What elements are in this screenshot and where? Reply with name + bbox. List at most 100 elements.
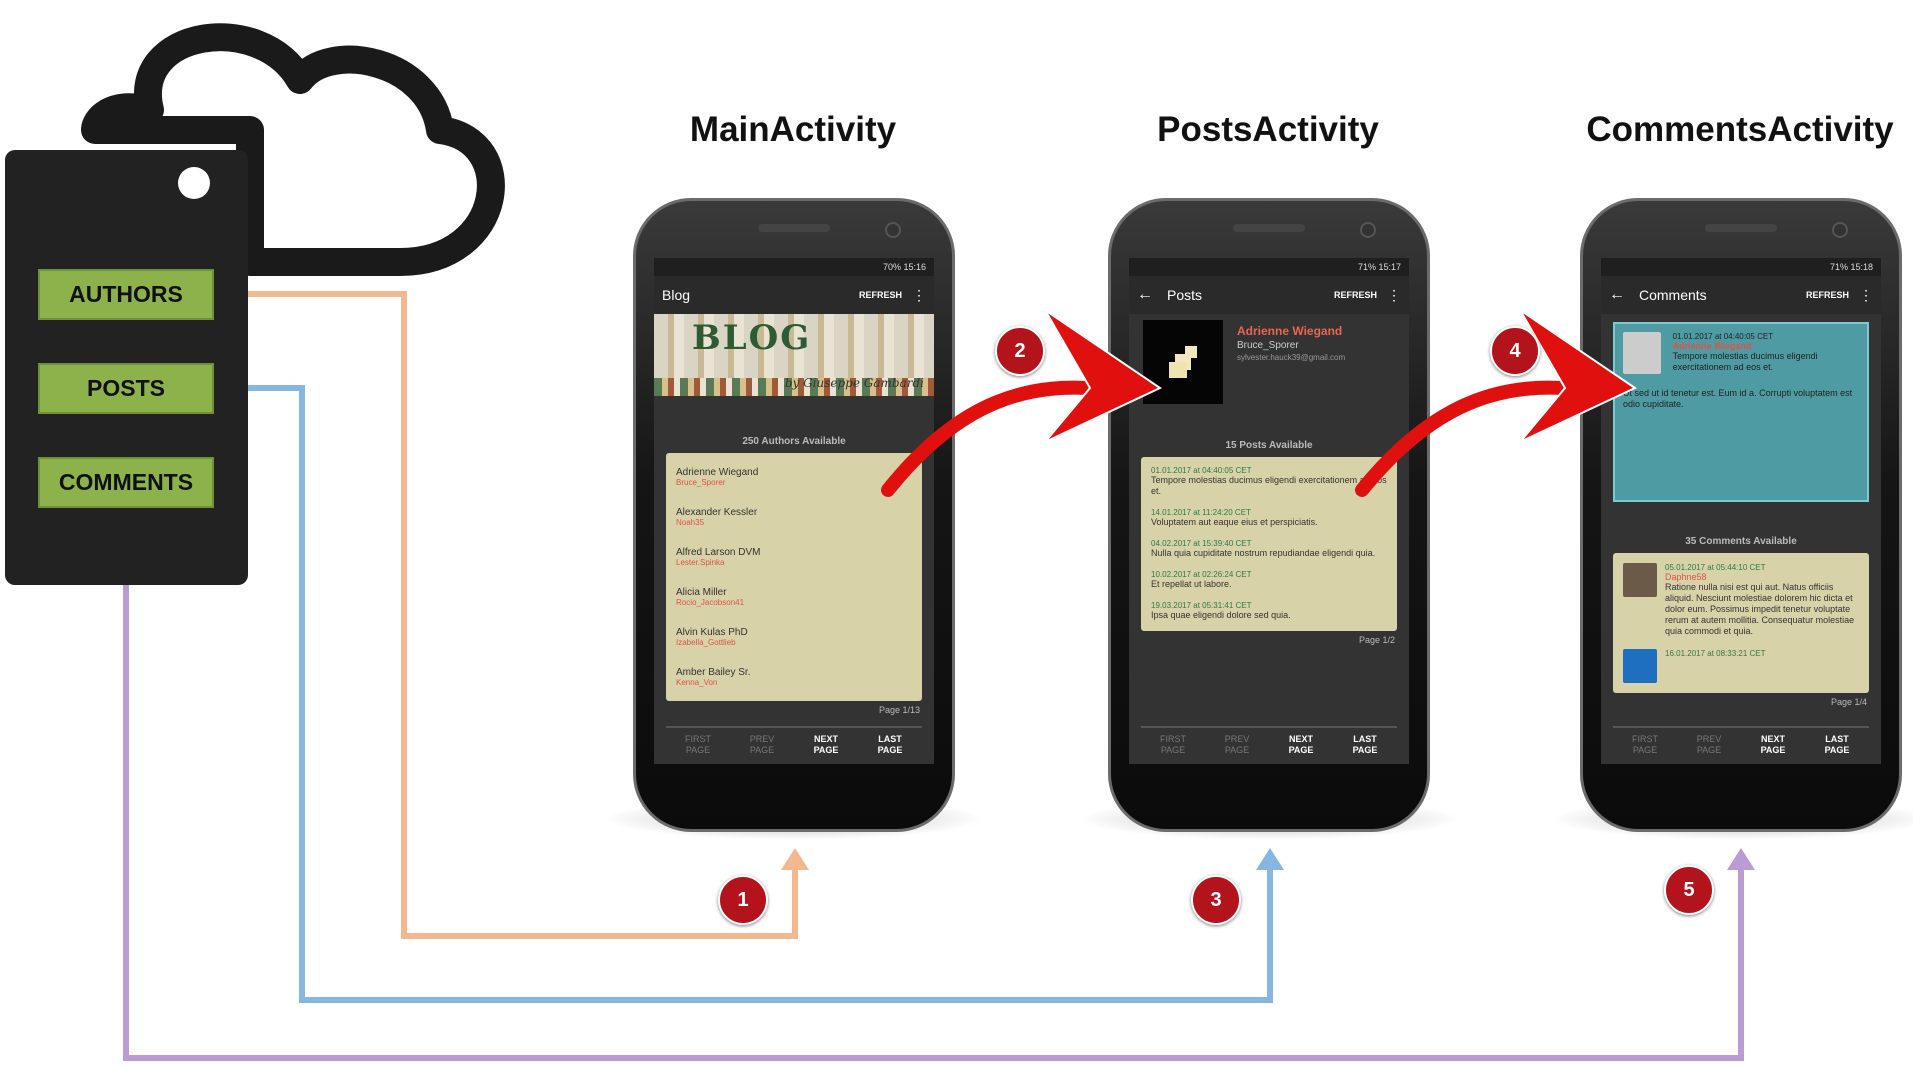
list-item[interactable]: 01.01.2017 at 04:40:05 CET Tempore molest…	[1151, 461, 1387, 503]
main-activity-phone: 70% 15:16 Blog REFRESH ⋮ BLOG by Giusepp…	[603, 198, 985, 840]
post-title: Tempore molestias ducimus eligendi exerc…	[1151, 475, 1387, 496]
comments-activity-title: CommentsActivity	[1586, 110, 1894, 149]
post-body: Ut sed ut id tenetur est. Eum id a. Corr…	[1623, 388, 1853, 409]
author-header: Adrienne Wiegand Bruce_Sporer sylvester.…	[1129, 314, 1409, 404]
posts-activity-screen: 71% 15:17 ← Posts REFRESH ⋮ Adrienne Wie…	[1129, 258, 1409, 764]
last-page-button[interactable]: LAST PAGE	[867, 734, 913, 756]
list-item[interactable]: Amber Bailey Sr. Kenna_Von	[676, 657, 912, 697]
list-item[interactable]: 16.01.2017 at 08:33:21 CET	[1623, 643, 1859, 689]
refresh-button[interactable]: REFRESH	[1806, 290, 1849, 300]
avatar	[1623, 563, 1657, 597]
list-item[interactable]: 10.02.2017 at 02:26:24 CET Et repellat ut…	[1151, 565, 1387, 596]
author-name: Alexander Kessler	[676, 507, 758, 518]
list-item[interactable]: Alexander Kessler Noah35	[676, 497, 912, 537]
post-date: 01.01.2017 at 04:40:05 CET	[1672, 332, 1774, 341]
prev-page-button[interactable]: PREV PAGE	[739, 734, 785, 756]
comments-count: 35 Comments Available	[1685, 536, 1797, 547]
step-badge-3: 3	[1191, 875, 1241, 925]
post-title: Ipsa quae eligendi dolore sed quia.	[1151, 610, 1291, 620]
authors-endpoint: AUTHORS	[38, 269, 214, 320]
banner-title: BLOG	[692, 318, 812, 358]
last-page-button[interactable]: LAST PAGE	[1814, 734, 1860, 756]
app-bar: Blog REFRESH ⋮	[654, 276, 934, 314]
first-page-button[interactable]: FIRST PAGE	[675, 734, 721, 756]
page-indicator: Page 1/4	[1830, 697, 1867, 707]
server-indicator-icon	[178, 167, 210, 199]
post-title: Voluptatem aut eaque eius et perspiciati…	[1151, 517, 1318, 527]
author-name: Adrienne Wiegand	[1237, 324, 1343, 338]
page-indicator: Page 1/13	[878, 705, 920, 715]
list-item[interactable]: 04.02.2017 at 15:39:40 CET Nulla quia cup…	[1151, 534, 1387, 565]
list-item[interactable]: Alvin Kulas PhD Izabella_Gottlieb	[676, 617, 912, 657]
blog-banner: BLOG by Giuseppe Gambardi	[654, 314, 934, 396]
phone-speaker	[758, 224, 830, 232]
pagination-bar: FIRST PAGE PREV PAGE NEXT PAGE LAST PAGE	[666, 726, 922, 756]
prev-page-button[interactable]: PREV PAGE	[1686, 734, 1732, 756]
overflow-menu-icon[interactable]: ⋮	[1859, 287, 1873, 304]
first-page-button[interactable]: FIRST PAGE	[1622, 734, 1668, 756]
list-item[interactable]: 05.01.2017 at 05:44:10 CET Daphne58 Rati…	[1623, 557, 1859, 643]
step-badge-2: 2	[995, 326, 1045, 376]
status-text: 71% 15:17	[1357, 262, 1401, 272]
comment-date: 05.01.2017 at 05:44:10 CET	[1665, 563, 1766, 572]
pagination-bar: FIRST PAGE PREV PAGE NEXT PAGE LAST PAGE	[1141, 726, 1397, 756]
author-username: Noah35	[676, 518, 705, 527]
list-item[interactable]: Alfred Larson DVM Lester.Spinka	[676, 537, 912, 577]
posts-wire-arrowhead	[1256, 848, 1284, 870]
back-arrow-icon[interactable]: ←	[1137, 286, 1153, 304]
list-item[interactable]: Adrienne Wiegand Bruce_Sporer	[676, 457, 912, 497]
author-username: Bruce_Sporer	[1237, 340, 1299, 351]
comment-username: Daphne58	[1665, 572, 1707, 582]
phone-camera	[885, 222, 901, 238]
refresh-button[interactable]: REFRESH	[859, 290, 902, 300]
first-page-button[interactable]: FIRST PAGE	[1150, 734, 1196, 756]
architecture-diagram: AUTHORS POSTS COMMENTS MainActivity Post…	[0, 0, 1913, 1068]
step-badge-5: 5	[1664, 865, 1714, 915]
next-page-button[interactable]: NEXT PAGE	[1278, 734, 1324, 756]
authors-wire-arrowhead	[781, 848, 809, 870]
list-item[interactable]: Alicia Miller Rocio_Jacobson41	[676, 577, 912, 617]
post-date: 01.01.2017 at 04:40:05 CET	[1151, 466, 1252, 475]
app-title: Blog	[662, 287, 691, 303]
list-item[interactable]: 19.03.2017 at 05:31:41 CET Ipsa quae elig…	[1151, 596, 1387, 627]
posts-list: 01.01.2017 at 04:40:05 CET Tempore molest…	[1141, 457, 1397, 631]
author-username: Izabella_Gottlieb	[676, 638, 736, 647]
comment-text: Ratione nulla nisi est qui aut. Natus of…	[1665, 582, 1855, 636]
selected-post: 01.01.2017 at 04:40:05 CET Adrienne Wieg…	[1613, 322, 1869, 502]
next-page-button[interactable]: NEXT PAGE	[1750, 734, 1796, 756]
phone-camera	[1832, 222, 1848, 238]
author-username: Kenna_Von	[676, 678, 718, 687]
refresh-button[interactable]: REFRESH	[1334, 290, 1377, 300]
post-title: Nulla quia cupiditate nostrum repudianda…	[1151, 548, 1376, 558]
overflow-menu-icon[interactable]: ⋮	[1387, 287, 1401, 304]
main-activity-screen: 70% 15:16 Blog REFRESH ⋮ BLOG by Giusepp…	[654, 258, 934, 764]
app-bar: ← Comments REFRESH ⋮	[1601, 276, 1881, 314]
post-date: 19.03.2017 at 05:31:41 CET	[1151, 601, 1252, 610]
identicon-icon	[1169, 346, 1197, 378]
author-name: Alicia Miller	[676, 587, 727, 598]
step-badge-1: 1	[718, 875, 768, 925]
comment-date: 16.01.2017 at 08:33:21 CET	[1665, 649, 1766, 658]
authors-count: 250 Authors Available	[742, 436, 846, 447]
avatar	[1623, 332, 1661, 374]
avatar	[1143, 320, 1223, 404]
last-page-button[interactable]: LAST PAGE	[1342, 734, 1388, 756]
prev-page-button[interactable]: PREV PAGE	[1214, 734, 1260, 756]
phone-speaker	[1705, 224, 1777, 232]
authors-list: Adrienne Wiegand Bruce_Sporer Alexander K…	[666, 453, 922, 701]
main-activity-title: MainActivity	[689, 110, 897, 149]
list-item[interactable]: 14.01.2017 at 11:24:20 CET Voluptatem aut…	[1151, 503, 1387, 534]
avatar	[1623, 649, 1657, 683]
overflow-menu-icon[interactable]: ⋮	[912, 287, 926, 304]
posts-activity-title: PostsActivity	[1157, 110, 1379, 149]
author-name: Alvin Kulas PhD	[676, 627, 748, 638]
author-name: Alfred Larson DVM	[676, 547, 761, 558]
app-title: Posts	[1167, 287, 1203, 303]
app-title: Comments	[1639, 287, 1707, 303]
back-arrow-icon[interactable]: ←	[1609, 286, 1625, 304]
posts-count: 15 Posts Available	[1225, 440, 1313, 451]
posts-endpoint: POSTS	[38, 363, 214, 414]
comments-activity-phone: 71% 15:18 ← Comments REFRESH ⋮ 01.01.201…	[1550, 198, 1913, 840]
next-page-button[interactable]: NEXT PAGE	[803, 734, 849, 756]
status-bar: 71% 15:17	[1129, 258, 1409, 276]
